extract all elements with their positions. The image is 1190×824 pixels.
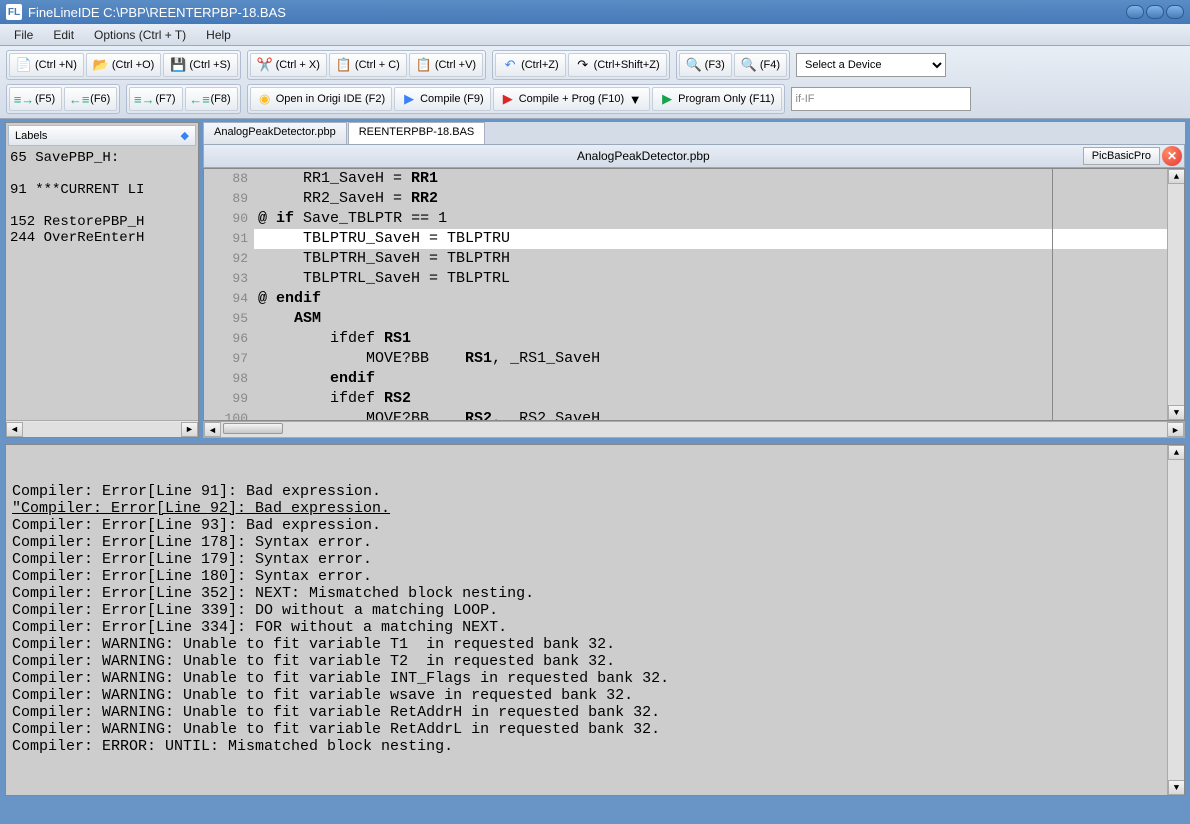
window-controls <box>1126 5 1184 19</box>
new-button[interactable]: 📄(Ctrl +N) <box>9 53 84 77</box>
f6-button[interactable]: ←≡(F6) <box>64 87 117 111</box>
find-button[interactable]: 🔍(F3) <box>679 53 732 77</box>
replace-icon: 🔍 <box>741 57 757 73</box>
compiler-output[interactable]: Compiler: Error[Line 91]: Bad expression… <box>5 444 1185 796</box>
redo-icon: ↷ <box>575 57 591 73</box>
save-button[interactable]: 💾(Ctrl +S) <box>163 53 237 77</box>
scroll-up-icon[interactable]: ▲ <box>1168 169 1185 184</box>
window-title: FineLineIDE C:\PBP\REENTERPBP-18.BAS <box>28 5 1126 20</box>
open-origi-button[interactable]: ◉Open in Origi IDE (F2) <box>250 87 392 111</box>
scroll-left-icon[interactable]: ◄ <box>6 422 23 437</box>
scroll-right-icon[interactable]: ► <box>1167 422 1184 437</box>
compile-icon: ▶ <box>401 91 417 107</box>
redo-button[interactable]: ↷(Ctrl+Shift+Z) <box>568 53 667 77</box>
close-icon: ✕ <box>1167 149 1177 163</box>
document-title: AnalogPeakDetector.pbp <box>204 149 1083 163</box>
tab-strip: AnalogPeakDetector.pbp REENTERPBP-18.BAS <box>203 122 1185 144</box>
editor-vscroll[interactable]: ▲ ▼ <box>1167 169 1184 420</box>
menu-edit[interactable]: Edit <box>43 26 84 44</box>
program-icon: ▶ <box>659 91 675 107</box>
toolbar-area: 📄(Ctrl +N) 📂(Ctrl +O) 💾(Ctrl +S) ✂️(Ctrl… <box>0 46 1190 119</box>
maximize-button[interactable] <box>1146 5 1164 19</box>
copy-button[interactable]: 📋(Ctrl + C) <box>329 53 407 77</box>
close-doc-button[interactable]: ✕ <box>1162 146 1182 166</box>
save-icon: 💾 <box>170 57 186 73</box>
undo-icon: ↶ <box>502 57 518 73</box>
undo-button[interactable]: ↶(Ctrl+Z) <box>495 53 566 77</box>
open-icon: 📂 <box>93 57 109 73</box>
uncomment-icon: ←≡ <box>192 91 208 107</box>
scroll-down-icon[interactable]: ▼ <box>1168 405 1185 420</box>
labels-list[interactable]: 65 SavePBP_H: 91 ***CURRENT LI 152 Resto… <box>6 148 198 420</box>
scroll-down-icon[interactable]: ▼ <box>1168 780 1185 795</box>
close-window-button[interactable] <box>1166 5 1184 19</box>
labels-sidebar: Labels ◆ 65 SavePBP_H: 91 ***CURRENT LI … <box>5 122 199 438</box>
if-input[interactable] <box>791 87 971 111</box>
margin-line <box>1052 169 1053 420</box>
open-button[interactable]: 📂(Ctrl +O) <box>86 53 161 77</box>
code-content[interactable]: RR1_SaveH = RR1 RR2_SaveH = RR2@ if Save… <box>254 169 1167 420</box>
line-gutter: 888990919293949596979899100 <box>204 169 254 420</box>
toolbar-row-2: ≡→(F5) ←≡(F6) ≡→(F7) ←≡(F8) ◉Open in Ori… <box>6 84 1184 114</box>
editor-panel: AnalogPeakDetector.pbp REENTERPBP-18.BAS… <box>203 122 1185 438</box>
menu-help[interactable]: Help <box>196 26 241 44</box>
outdent-icon: ←≡ <box>71 91 87 107</box>
copy-icon: 📋 <box>336 57 352 73</box>
language-badge[interactable]: PicBasicPro <box>1083 147 1160 165</box>
find-icon: 🔍 <box>686 57 702 73</box>
cut-icon: ✂️ <box>257 57 273 73</box>
indent-icon: ≡→ <box>16 91 32 107</box>
compile-button[interactable]: ▶Compile (F9) <box>394 87 491 111</box>
comment-icon: ≡→ <box>136 91 152 107</box>
scroll-up-icon[interactable]: ▲ <box>1168 445 1185 460</box>
cut-button[interactable]: ✂️(Ctrl + X) <box>250 53 327 77</box>
scroll-left-icon[interactable]: ◄ <box>204 422 221 437</box>
dropdown-diamond-icon: ◆ <box>181 129 189 142</box>
menu-bar: File Edit Options (Ctrl + T) Help <box>0 24 1190 46</box>
f8-button[interactable]: ←≡(F8) <box>185 87 238 111</box>
dropdown-icon[interactable]: ▼ <box>627 91 643 107</box>
paste-icon: 📋 <box>416 57 432 73</box>
app-logo: FL <box>6 4 22 20</box>
menu-file[interactable]: File <box>4 26 43 44</box>
title-bar: FL FineLineIDE C:\PBP\REENTERPBP-18.BAS <box>0 0 1190 24</box>
compile-prog-button[interactable]: ▶Compile + Prog (F10)▼ <box>493 87 650 111</box>
document-header: AnalogPeakDetector.pbp PicBasicPro ✕ <box>203 144 1185 168</box>
output-vscroll[interactable]: ▲ ▼ <box>1167 445 1184 795</box>
main-area: Labels ◆ 65 SavePBP_H: 91 ***CURRENT LI … <box>0 119 1190 441</box>
minimize-button[interactable] <box>1126 5 1144 19</box>
replace-button[interactable]: 🔍(F4) <box>734 53 787 77</box>
paste-button[interactable]: 📋(Ctrl +V) <box>409 53 483 77</box>
device-select[interactable]: Select a Device <box>796 53 946 77</box>
sidebar-hscroll[interactable]: ◄ ► <box>6 420 198 437</box>
menu-options[interactable]: Options (Ctrl + T) <box>84 26 196 44</box>
new-icon: 📄 <box>16 57 32 73</box>
labels-dropdown[interactable]: Labels ◆ <box>8 125 196 146</box>
origi-icon: ◉ <box>257 91 273 107</box>
f7-button[interactable]: ≡→(F7) <box>129 87 182 111</box>
code-editor[interactable]: 888990919293949596979899100 RR1_SaveH = … <box>203 168 1185 421</box>
scroll-track[interactable] <box>23 422 181 437</box>
toolbar-row-1: 📄(Ctrl +N) 📂(Ctrl +O) 💾(Ctrl +S) ✂️(Ctrl… <box>6 50 1184 80</box>
program-only-button[interactable]: ▶Program Only (F11) <box>652 87 781 111</box>
tab-reenter[interactable]: REENTERPBP-18.BAS <box>348 122 486 144</box>
tab-analog[interactable]: AnalogPeakDetector.pbp <box>203 122 347 144</box>
compile-prog-icon: ▶ <box>500 91 516 107</box>
f5-button[interactable]: ≡→(F5) <box>9 87 62 111</box>
scroll-right-icon[interactable]: ► <box>181 422 198 437</box>
editor-hscroll[interactable]: ◄ ► <box>203 421 1185 438</box>
